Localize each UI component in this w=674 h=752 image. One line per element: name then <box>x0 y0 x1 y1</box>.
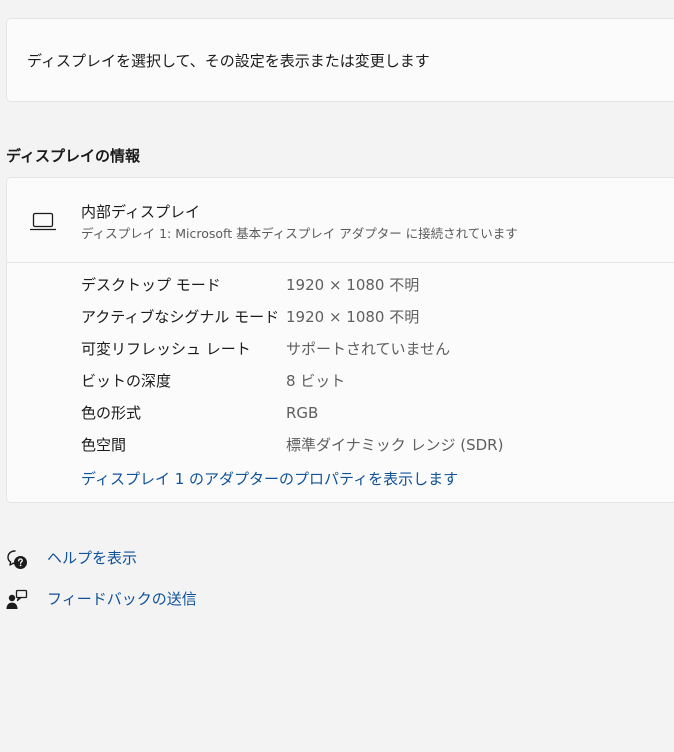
property-label: デスクトップ モード <box>81 276 221 294</box>
property-label: アクティブなシグナル モード <box>81 308 280 326</box>
section-title: ディスプレイの情報 <box>6 147 140 165</box>
property-value: RGB <box>286 404 319 422</box>
display-name: 内部ディスプレイ <box>81 203 200 221</box>
divider <box>7 262 674 263</box>
property-label: 可変リフレッシュ レート <box>81 340 251 358</box>
property-label: ビットの深度 <box>81 372 172 390</box>
adapter-properties-link[interactable]: ディスプレイ 1 のアダプターのプロパティを表示します <box>81 469 458 489</box>
laptop-icon <box>30 212 56 231</box>
property-label: 色の形式 <box>81 404 142 422</box>
help-icon <box>7 550 27 569</box>
help-link-label: ヘルプを表示 <box>47 549 138 567</box>
property-value: 1920 × 1080 不明 <box>286 276 420 294</box>
feedback-link-label: フィードバックの送信 <box>47 590 197 608</box>
property-label: 色空間 <box>81 436 127 454</box>
property-value: 1920 × 1080 不明 <box>286 308 420 326</box>
select-display-card[interactable]: ディスプレイを選択して、その設定を表示または変更します <box>6 18 674 102</box>
property-value: サポートされていません <box>286 340 451 358</box>
property-value: 標準ダイナミック レンジ (SDR) <box>286 436 504 454</box>
select-display-text: ディスプレイを選択して、その設定を表示または変更します <box>27 52 430 70</box>
display-connection-info: ディスプレイ 1: Microsoft 基本ディスプレイ アダプター に接続され… <box>81 226 518 241</box>
feedback-icon <box>6 589 28 609</box>
display-info-card: 内部ディスプレイ ディスプレイ 1: Microsoft 基本ディスプレイ アダ… <box>6 177 674 503</box>
property-value: 8 ビット <box>286 372 346 390</box>
